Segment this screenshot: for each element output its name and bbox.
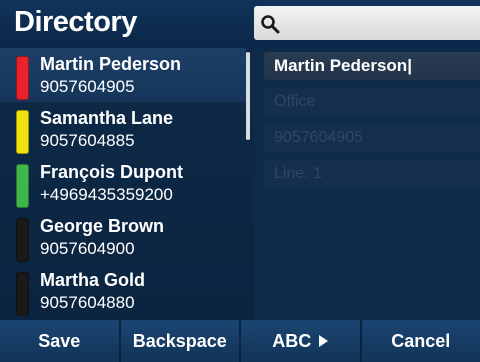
softkey-bar: Save Backspace ABC Cancel xyxy=(0,320,480,362)
number-field[interactable]: 9057604905 xyxy=(264,124,480,152)
cancel-button[interactable]: Cancel xyxy=(362,320,480,362)
contact-name: Samantha Lane xyxy=(40,108,174,128)
line-field[interactable]: Line: 1 xyxy=(264,160,480,188)
search-icon xyxy=(261,15,280,34)
name-field[interactable]: Martin Pederson| xyxy=(264,52,480,80)
label-field[interactable]: Office xyxy=(264,88,480,116)
contact-item[interactable]: Samantha Lane 9057604885 xyxy=(0,102,246,156)
directory-screen: Directory Martin Pederson 9057604905 Sam… xyxy=(0,0,480,362)
page-title: Directory xyxy=(14,6,137,38)
cancel-label: Cancel xyxy=(391,330,451,351)
contact-number: 9057604885 xyxy=(40,131,135,150)
scrollbar[interactable] xyxy=(246,52,250,140)
contact-detail-pane: Martin Pederson| Office 9057604905 Line:… xyxy=(254,48,480,320)
contact-list: Martin Pederson 9057604905 Samantha Lane… xyxy=(0,48,246,320)
backspace-label: Backspace xyxy=(132,330,227,351)
play-arrow-icon xyxy=(319,335,329,347)
search-input[interactable] xyxy=(254,6,480,40)
presence-indicator xyxy=(16,272,29,316)
contact-item[interactable]: François Dupont +4969435359200 xyxy=(0,156,246,210)
header-bar: Directory xyxy=(0,0,480,48)
contact-name: George Brown xyxy=(40,216,165,236)
presence-indicator xyxy=(16,218,29,262)
presence-indicator xyxy=(16,110,29,154)
contact-name: Martha Gold xyxy=(40,270,146,290)
abc-button[interactable]: ABC xyxy=(241,320,362,362)
contact-item[interactable]: Martin Pederson 9057604905 xyxy=(0,48,246,102)
contact-item[interactable]: George Brown 9057604900 xyxy=(0,210,246,264)
contact-number: 9057604905 xyxy=(40,77,135,96)
contact-number: 9057604900 xyxy=(40,239,135,258)
contact-item[interactable]: Martha Gold 9057604880 xyxy=(0,264,246,318)
contact-name: Martin Pederson xyxy=(40,54,182,74)
contact-name: François Dupont xyxy=(40,162,183,182)
save-label: Save xyxy=(38,330,81,351)
contact-number: +4969435359200 xyxy=(40,185,173,204)
presence-indicator xyxy=(16,56,29,100)
backspace-button[interactable]: Backspace xyxy=(121,320,241,362)
presence-indicator xyxy=(16,164,29,208)
save-button[interactable]: Save xyxy=(0,320,121,362)
contact-number: 9057604880 xyxy=(40,293,135,312)
abc-label: ABC xyxy=(272,330,312,351)
